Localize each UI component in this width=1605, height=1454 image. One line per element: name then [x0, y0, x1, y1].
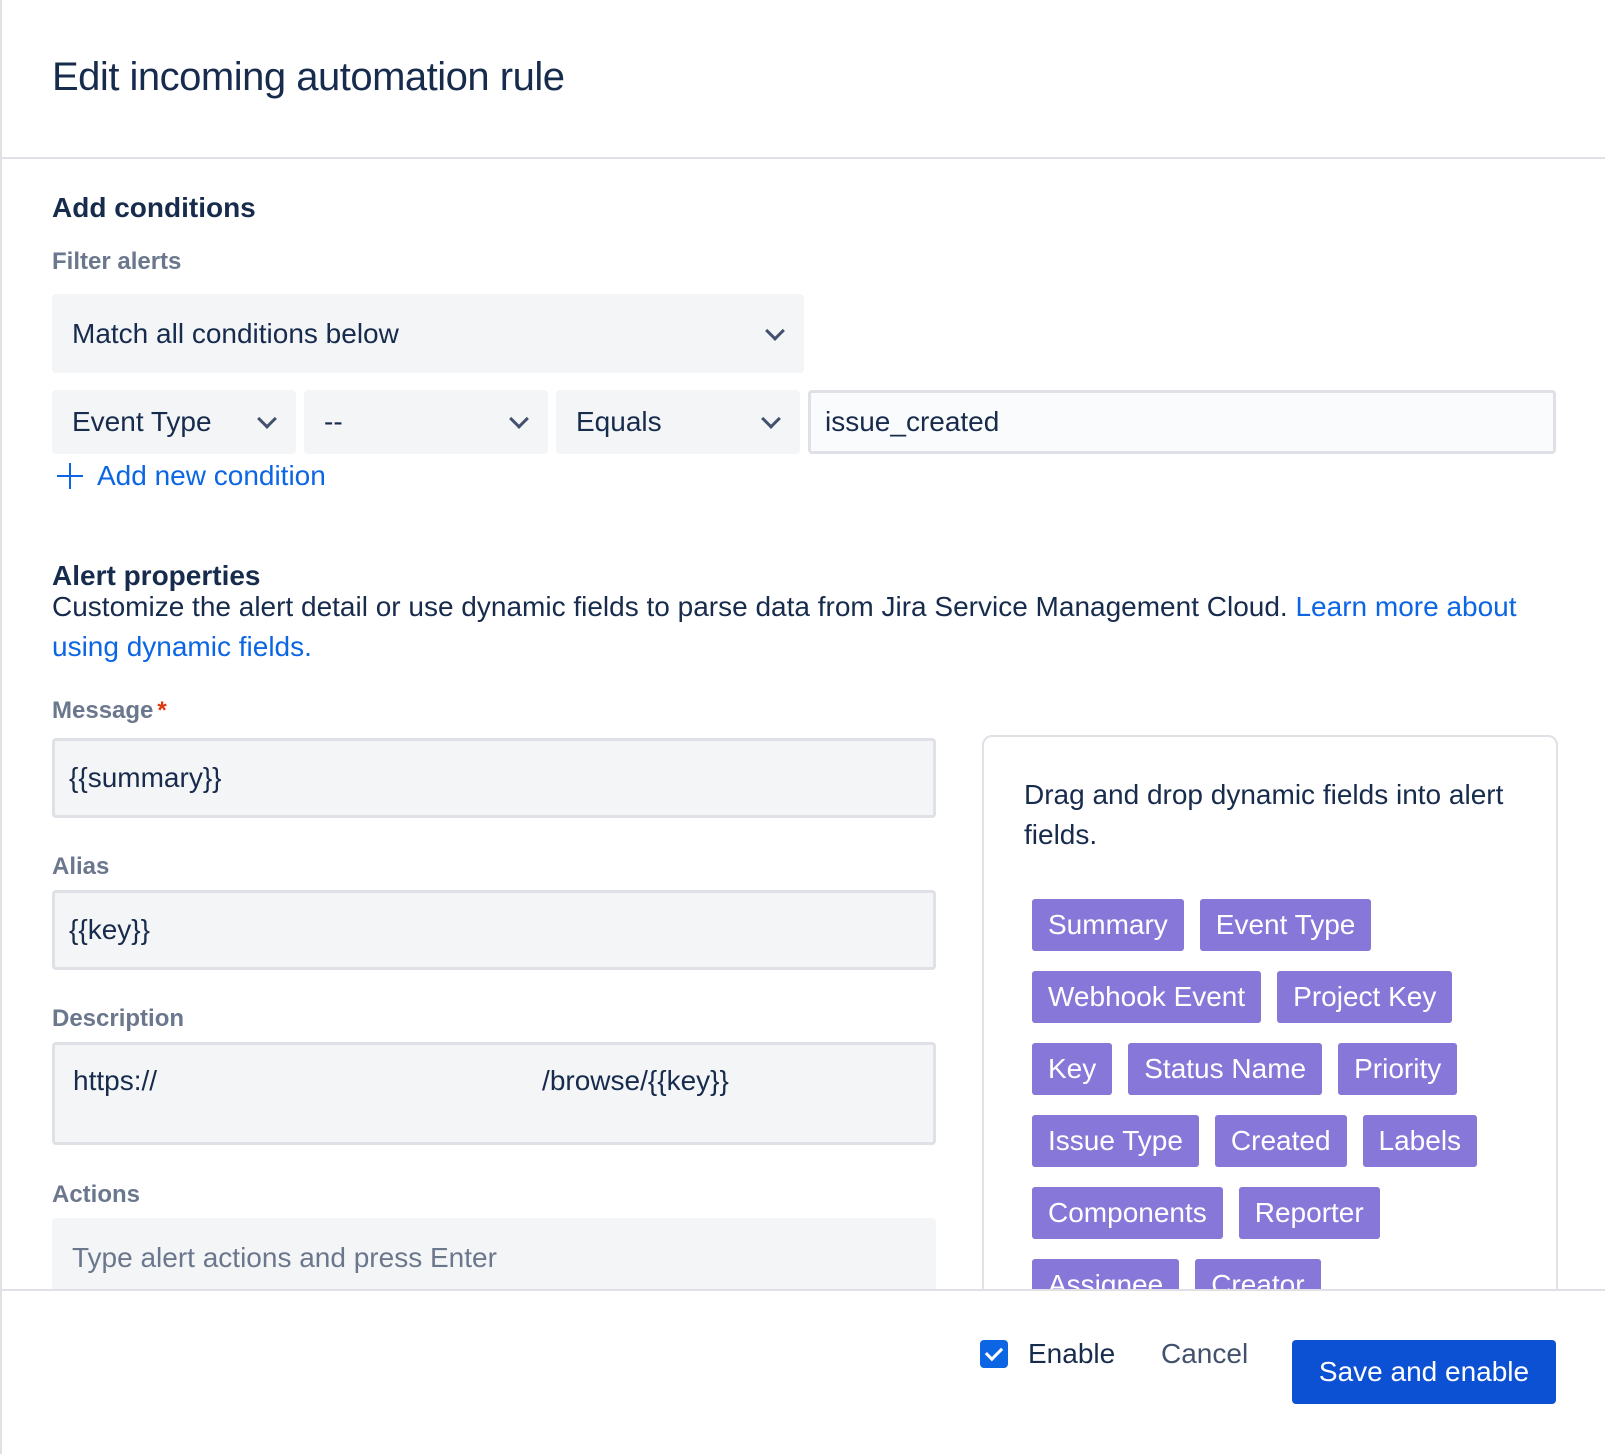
edit-rule-dialog: Edit incoming automation rule Add condit…	[0, 0, 1605, 1454]
add-new-condition-label: Add new condition	[97, 460, 326, 491]
condition-field-value: Event Type	[72, 406, 212, 437]
add-new-condition-link[interactable]: Add new condition	[57, 460, 326, 492]
message-label: Message *	[52, 697, 167, 725]
dialog-body: Add conditions Filter alerts Match all c…	[2, 0, 1605, 1289]
message-input[interactable]: {{summary}}	[52, 738, 936, 818]
dynamic-field-chip[interactable]: Status Name	[1128, 1043, 1323, 1095]
alert-properties-description: Customize the alert detail or use dynami…	[52, 587, 1522, 667]
condition-modifier-select[interactable]: --	[304, 390, 548, 454]
save-and-enable-button[interactable]: Save and enable	[1292, 1340, 1556, 1404]
dynamic-field-chip[interactable]: Reporter	[1238, 1187, 1380, 1239]
dynamic-field-chip[interactable]: Created	[1214, 1115, 1347, 1167]
checkbox-checked-icon	[980, 1340, 1008, 1368]
dynamic-field-chip[interactable]: Assignee	[1032, 1259, 1180, 1289]
chevron-down-icon	[257, 409, 277, 429]
description-suffix: /browse/{{key}}	[542, 1065, 729, 1096]
dynamic-field-chip[interactable]: Webhook Event	[1032, 971, 1262, 1023]
dynamic-fields-list: Summary Event Type Webhook Event Project Ke…	[1032, 899, 1512, 1289]
required-marker: *	[157, 697, 167, 724]
condition-field-select[interactable]: Event Type	[52, 390, 296, 454]
dynamic-field-chip[interactable]: Key	[1032, 1043, 1113, 1095]
condition-operator-select[interactable]: Equals	[556, 390, 800, 454]
chevron-down-icon	[509, 409, 529, 429]
condition-operator-value: Equals	[576, 406, 662, 437]
chevron-down-icon	[761, 409, 781, 429]
enable-label: Enable	[1028, 1338, 1116, 1369]
match-conditions-value: Match all conditions below	[72, 317, 399, 349]
alert-properties-text: Customize the alert detail or use dynami…	[52, 591, 1288, 622]
dynamic-field-chip[interactable]: Event Type	[1199, 899, 1372, 951]
dynamic-field-chip[interactable]: Components	[1032, 1187, 1223, 1239]
dynamic-field-chip[interactable]: Issue Type	[1032, 1115, 1199, 1167]
chip-row: Components Reporter	[1032, 1187, 1512, 1239]
actions-placeholder: Type alert actions and press Enter	[72, 1242, 497, 1273]
alias-input[interactable]: {{key}}	[52, 890, 936, 970]
description-prefix: https://	[73, 1065, 158, 1096]
dynamic-field-chip[interactable]: Priority	[1338, 1043, 1458, 1095]
enable-checkbox[interactable]: Enable	[980, 1338, 1115, 1370]
chip-row: Issue Type Created Labels	[1032, 1115, 1512, 1167]
chip-row: Assignee Creator	[1032, 1259, 1512, 1289]
actions-label: Actions	[52, 1181, 141, 1208]
dynamic-field-chip[interactable]: Summary	[1032, 899, 1184, 951]
alias-value: {{key}}	[69, 914, 150, 945]
chip-row: Webhook Event Project Key	[1032, 971, 1512, 1023]
description-label: Description	[52, 1005, 185, 1032]
add-conditions-heading: Add conditions	[52, 192, 256, 223]
dynamic-fields-panel: Drag and drop dynamic fields into alert …	[982, 735, 1558, 1289]
dynamic-field-chip[interactable]: Creator	[1195, 1259, 1321, 1289]
alias-label: Alias	[52, 853, 110, 880]
dynamic-field-chip[interactable]: Project Key	[1277, 971, 1453, 1023]
chevron-down-icon	[765, 320, 785, 341]
filter-alerts-label: Filter alerts	[52, 248, 182, 275]
condition-value-input[interactable]: issue_created	[808, 390, 1556, 454]
match-conditions-select[interactable]: Match all conditions below	[52, 294, 804, 373]
chip-row: Summary Event Type	[1032, 899, 1512, 951]
chip-row: Key Status Name Priority	[1032, 1043, 1512, 1095]
dynamic-fields-hint: Drag and drop dynamic fields into alert …	[1024, 779, 1504, 850]
description-input[interactable]: https:// /browse/{{key}}	[52, 1042, 936, 1145]
message-label-text: Message	[52, 697, 154, 724]
dynamic-field-chip[interactable]: Labels	[1362, 1115, 1478, 1167]
condition-modifier-value: --	[324, 406, 343, 437]
plus-icon	[57, 463, 83, 489]
condition-value-text: issue_created	[825, 406, 1000, 437]
message-value: {{summary}}	[69, 762, 222, 793]
cancel-button[interactable]: Cancel	[1161, 1338, 1248, 1370]
actions-input[interactable]: Type alert actions and press Enter	[52, 1218, 936, 1289]
